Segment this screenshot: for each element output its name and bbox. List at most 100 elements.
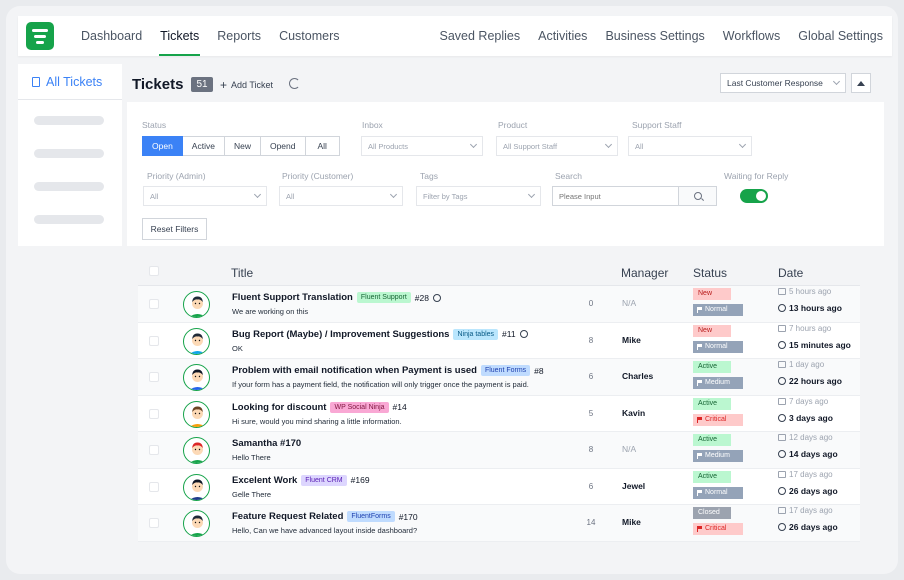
row-checkbox[interactable] xyxy=(149,299,159,309)
ticket-number: #11 xyxy=(502,329,516,339)
ticket-title-line: Excelent Work Fluent CRM #169 xyxy=(232,474,370,486)
clock-icon xyxy=(778,377,786,385)
priority-badge: Normal xyxy=(693,486,743,499)
priority-admin-label: Priority (Admin) xyxy=(147,171,206,181)
reset-filters-button[interactable]: Reset Filters xyxy=(142,218,207,240)
priority-label: Normal xyxy=(705,488,728,496)
ticket-title[interactable]: Looking for discount xyxy=(232,402,326,413)
document-icon xyxy=(32,76,40,87)
status-option-active[interactable]: Active xyxy=(182,136,225,156)
select-all-checkbox[interactable] xyxy=(149,266,159,276)
table-row[interactable]: Excelent Work Fluent CRM #169 Gelle There 6 J… xyxy=(138,468,860,505)
last-reply-ago: 5 hours ago xyxy=(789,287,832,296)
row-checkbox[interactable] xyxy=(149,445,159,455)
table-row[interactable]: Samantha #170 Hello There 8 N/A Active Medium… xyxy=(138,432,860,469)
flag-icon xyxy=(697,416,702,423)
status-filter-label: Status xyxy=(142,120,167,130)
product-select[interactable]: All Support Staff xyxy=(496,136,618,156)
status-badge: New xyxy=(693,324,731,337)
status-option-opend[interactable]: Opend xyxy=(260,136,306,156)
table-row[interactable]: Fluent Support Translation Fluent Support… xyxy=(138,286,860,323)
sidebar-item-all-tickets[interactable]: All Tickets xyxy=(18,64,122,100)
ticket-title[interactable]: Excelent Work xyxy=(232,475,297,486)
row-checkbox[interactable] xyxy=(149,481,159,492)
sidebar-placeholder xyxy=(34,182,104,191)
product-tag: Fluent Support xyxy=(356,292,411,303)
avatar[interactable] xyxy=(183,364,210,391)
nav-customers[interactable]: Customers xyxy=(270,16,348,56)
status-option-open[interactable]: Open xyxy=(142,136,183,156)
filter-panel: Status Open Active New Opend All Inbox A… xyxy=(127,102,884,246)
product-tag: WP Social Ninja xyxy=(330,401,389,413)
table-row[interactable]: Looking for discount WP Social Ninja #14 Hi… xyxy=(138,395,860,432)
add-ticket-label: Add Ticket xyxy=(231,80,274,90)
ticket-title-line: Looking for discount WP Social Ninja #14 xyxy=(232,401,407,413)
nav-reports[interactable]: Reports xyxy=(208,16,270,56)
page-title-group: Tickets 51 xyxy=(132,76,213,93)
inbox-select-value: All Products xyxy=(368,141,409,151)
nav-dashboard[interactable]: Dashboard xyxy=(72,16,151,56)
manager-name: N/A xyxy=(622,298,637,308)
flag-icon xyxy=(697,453,702,459)
priority-label: Normal xyxy=(705,342,728,350)
sort-select[interactable]: Last Customer Response xyxy=(720,73,846,93)
chevron-down-icon xyxy=(469,140,478,149)
nav-tickets[interactable]: Tickets xyxy=(151,16,208,56)
tags-select[interactable]: Filter by Tags xyxy=(416,186,541,206)
priority-badge: Normal xyxy=(693,304,743,316)
priority-customer-select[interactable]: All xyxy=(279,186,403,206)
add-ticket-button[interactable]: + Add Ticket xyxy=(220,78,273,92)
search-input[interactable] xyxy=(553,187,678,205)
ticket-title[interactable]: Fluent Support Translation xyxy=(232,292,353,303)
table-row[interactable]: Problem with email notification when Pay… xyxy=(138,359,860,396)
nav-saved-replies[interactable]: Saved Replies xyxy=(431,16,530,56)
ticket-date: 3 days ago xyxy=(778,413,833,423)
message-icon xyxy=(778,324,786,332)
ticket-title[interactable]: Problem with email notification when Pay… xyxy=(232,365,477,376)
status-option-new[interactable]: New xyxy=(224,136,261,156)
avatar[interactable] xyxy=(183,400,210,428)
column-manager: Manager xyxy=(621,266,669,280)
priority-label: Normal xyxy=(705,306,728,313)
nav-workflows[interactable]: Workflows xyxy=(714,16,789,56)
chevron-down-icon xyxy=(389,190,398,199)
clock-icon xyxy=(778,450,786,458)
row-checkbox[interactable] xyxy=(149,408,159,419)
support-staff-select-value: All xyxy=(635,141,644,151)
nav-business-settings[interactable]: Business Settings xyxy=(596,16,713,56)
product-filter-label: Product xyxy=(498,120,528,130)
status-option-all[interactable]: All xyxy=(305,136,340,156)
nav-global-settings[interactable]: Global Settings xyxy=(789,16,892,56)
sidebar-placeholder xyxy=(34,116,104,125)
table-row[interactable]: Feature Request Related FluentForms #170 He… xyxy=(138,505,860,542)
avatar[interactable] xyxy=(183,473,210,501)
message-icon xyxy=(778,288,786,295)
response-count: 0 xyxy=(588,299,594,308)
table-row[interactable]: Bug Report (Maybe) / Improvement Suggest… xyxy=(138,322,860,359)
ticket-title[interactable]: Samantha #170 xyxy=(232,438,301,449)
last-reply-time: 12 days ago xyxy=(778,433,833,442)
row-checkbox[interactable] xyxy=(149,518,159,528)
fluent-support-logo-icon[interactable] xyxy=(26,22,54,50)
row-checkbox[interactable] xyxy=(149,372,159,382)
search-button[interactable] xyxy=(678,187,716,205)
avatar[interactable] xyxy=(183,291,210,318)
avatar[interactable] xyxy=(183,327,210,355)
ticket-title[interactable]: Feature Request Related xyxy=(232,511,343,522)
search-box xyxy=(552,186,717,206)
response-count: 5 xyxy=(588,408,594,418)
ticket-date: 14 days ago xyxy=(778,449,838,459)
avatar[interactable] xyxy=(183,510,210,537)
support-staff-select[interactable]: All xyxy=(628,136,752,156)
priority-admin-select[interactable]: All xyxy=(143,186,267,206)
row-checkbox[interactable] xyxy=(149,335,159,346)
waiting-for-reply-toggle[interactable] xyxy=(740,189,768,203)
ticket-title[interactable]: Bug Report (Maybe) / Improvement Suggest… xyxy=(232,329,449,340)
nav-activities[interactable]: Activities xyxy=(529,16,596,56)
avatar[interactable] xyxy=(183,437,210,464)
clock-icon xyxy=(778,304,786,312)
refresh-icon[interactable] xyxy=(289,78,300,89)
inbox-select[interactable]: All Products xyxy=(361,136,483,156)
message-icon xyxy=(778,507,786,514)
sort-direction-button[interactable] xyxy=(851,73,871,93)
